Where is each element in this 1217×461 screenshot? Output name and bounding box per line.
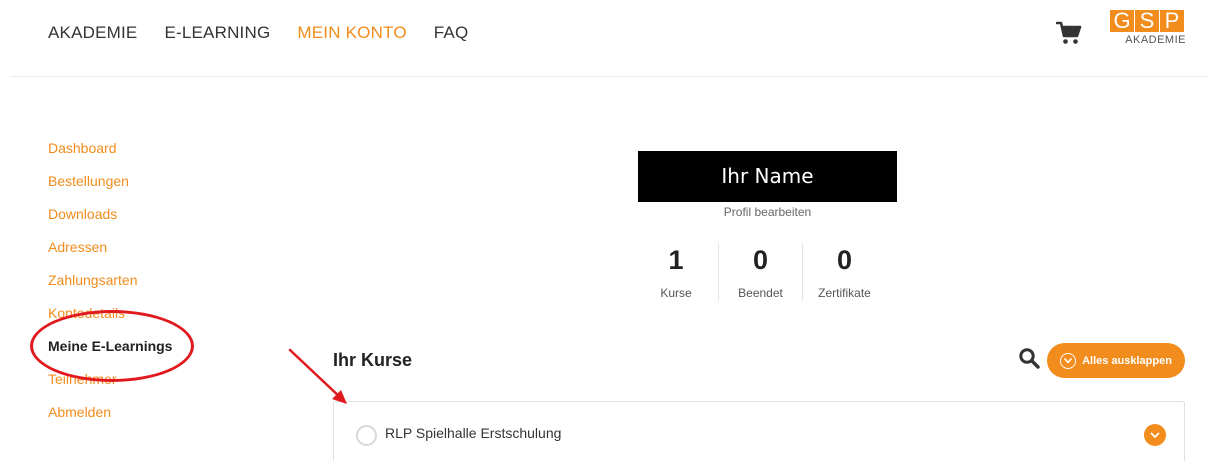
sidebar-item-zahlungsarten[interactable]: Zahlungsarten — [48, 271, 172, 304]
stat-value: 1 — [668, 245, 684, 275]
sidebar-item-dashboard[interactable]: Dashboard — [48, 139, 172, 172]
sidebar-item-abmelden[interactable]: Abmelden — [48, 403, 172, 436]
stat-beendet: 0 Beendet — [718, 243, 802, 301]
nav-mein-konto[interactable]: MEIN KONTO — [297, 22, 406, 44]
annotation-arrow — [288, 348, 347, 404]
highlight-ellipse — [30, 310, 194, 382]
expand-all-button[interactable]: Alles ausklappen — [1047, 343, 1185, 378]
stat-value: 0 — [752, 245, 769, 275]
logo-letter: S — [1135, 10, 1159, 32]
logo-letter: G — [1110, 10, 1134, 32]
stat-kurse: 1 Kurse — [634, 243, 718, 301]
stat-label: Zertifikate — [818, 286, 871, 300]
edit-profile-link[interactable]: Profil bearbeiten — [638, 205, 897, 219]
stat-value: 0 — [836, 245, 853, 275]
gsp-logo[interactable]: G S P AKADEMIE — [1110, 10, 1186, 60]
nav-akademie[interactable]: AKADEMIE — [48, 22, 137, 44]
sidebar-item-downloads[interactable]: Downloads — [48, 205, 172, 238]
stat-label: Kurse — [660, 286, 692, 300]
expand-all-label: Alles ausklappen — [1082, 354, 1172, 367]
stat-label: Beendet — [738, 286, 783, 300]
course-title: RLP Spielhalle Erstschulung — [385, 425, 562, 441]
main-nav: AKADEMIE E-LEARNING MEIN KONTO FAQ — [48, 22, 495, 44]
nav-faq[interactable]: FAQ — [434, 22, 469, 44]
header-divider — [10, 76, 1207, 77]
sidebar-item-bestellungen[interactable]: Bestellungen — [48, 172, 172, 205]
profile-name: Ihr Name — [638, 151, 897, 202]
nav-e-learning[interactable]: E-LEARNING — [164, 22, 270, 44]
stat-zertifikate: 0 Zertifikate — [802, 243, 886, 301]
cart-icon[interactable] — [1055, 20, 1082, 46]
account-sidebar: Dashboard Bestellungen Downloads Adresse… — [48, 139, 172, 436]
chevron-down-icon[interactable] — [1144, 424, 1166, 446]
chevron-down-icon — [1060, 352, 1077, 369]
logo-subtitle: AKADEMIE — [1125, 34, 1186, 46]
search-icon[interactable] — [1018, 347, 1040, 369]
logo-letter: P — [1160, 10, 1184, 32]
course-status-circle-icon — [356, 425, 377, 446]
profile-stats: 1 Kurse 0 Beendet 0 Zertifikate — [634, 243, 886, 301]
sidebar-item-adressen[interactable]: Adressen — [48, 238, 172, 271]
course-item[interactable]: RLP Spielhalle Erstschulung — [333, 401, 1185, 461]
